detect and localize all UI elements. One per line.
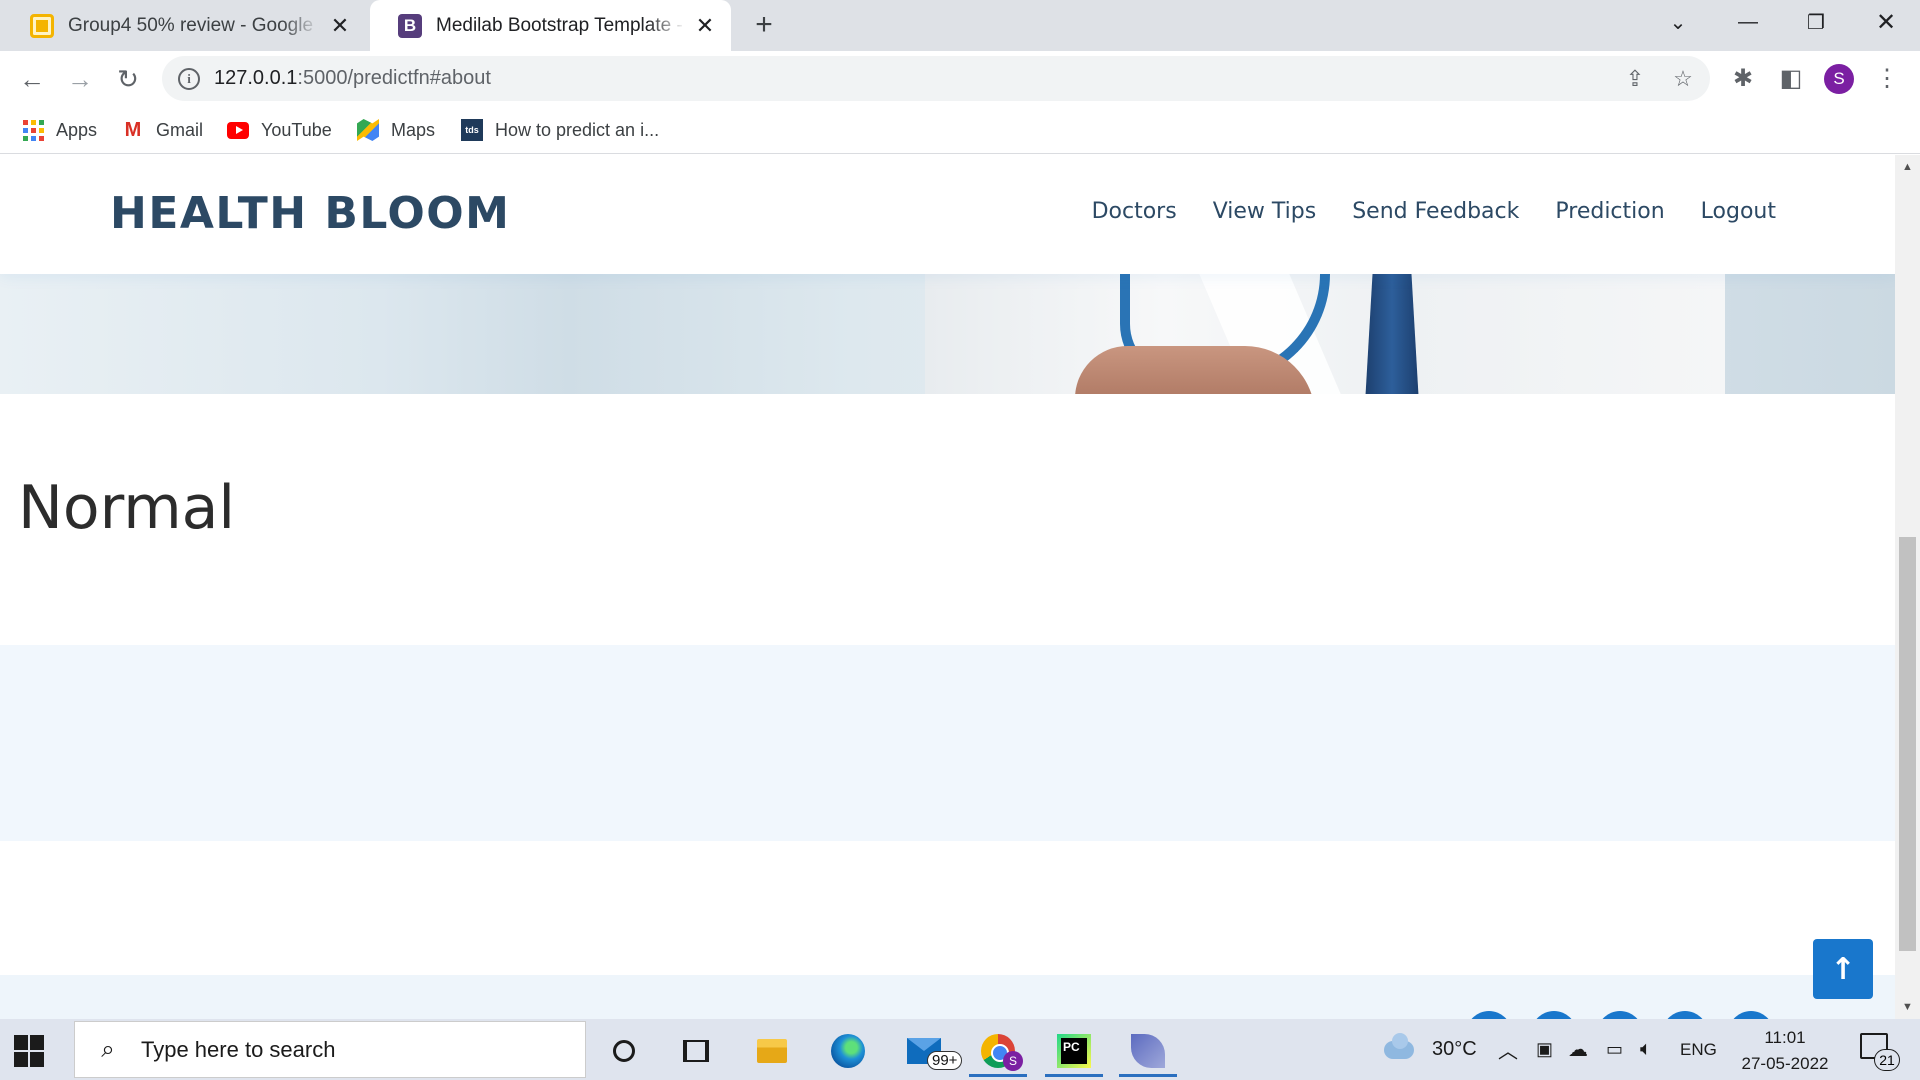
main-nav: Doctors View Tips Send Feedback Predicti…	[1092, 199, 1776, 224]
forward-arrow-icon[interactable]: →	[60, 59, 100, 99]
chrome-profile-badge: S	[1003, 1051, 1023, 1071]
close-tab-icon[interactable]: ✕	[693, 13, 717, 38]
battery-icon[interactable]: ▭	[1606, 1019, 1623, 1080]
cortana-icon[interactable]	[589, 1025, 659, 1077]
bookmark-apps[interactable]: Apps	[22, 116, 97, 144]
bookmark-label: Maps	[391, 119, 436, 140]
side-panel-icon[interactable]: ◧	[1776, 63, 1806, 93]
nav-send-feedback[interactable]: Send Feedback	[1352, 199, 1519, 224]
bootstrap-icon: B	[398, 13, 422, 38]
bookmark-how-to-predict[interactable]: tds How to predict an i...	[461, 116, 659, 144]
edge-browser-icon[interactable]	[813, 1025, 883, 1077]
meet-now-icon[interactable]: ▣	[1536, 1019, 1553, 1080]
scroll-down-arrow-icon[interactable]: ▼	[1895, 997, 1920, 1017]
restore-button[interactable]: ❐	[1782, 0, 1850, 44]
site-info-icon[interactable]: i	[178, 67, 200, 90]
bookmark-label: Apps	[56, 119, 98, 140]
bookmark-maps[interactable]: Maps	[357, 116, 435, 144]
url-text[interactable]: 127.0.0.1:5000/predictfn#about	[214, 67, 491, 90]
app-dolphin-icon[interactable]	[1113, 1025, 1183, 1077]
address-bar[interactable]: i 127.0.0.1:5000/predictfn#about ⇪ ☆	[162, 56, 1710, 101]
reload-icon[interactable]: ↻	[108, 59, 148, 99]
search-icon: ⌕	[101, 1035, 115, 1063]
taskbar-search-box[interactable]: ⌕ Type here to search	[74, 1021, 586, 1078]
browser-toolbar: ← → ↻ i 127.0.0.1:5000/predictfn#about ⇪…	[0, 51, 1920, 106]
pycharm-icon[interactable]: PC	[1039, 1025, 1109, 1077]
tab-title: Medilab Bootstrap Template - Index	[436, 14, 685, 36]
file-explorer-icon[interactable]	[737, 1025, 807, 1077]
weather-cloud-icon	[1384, 1032, 1414, 1059]
weather-widget[interactable]: 30°C	[1384, 1019, 1477, 1080]
bookmark-label: YouTube	[261, 119, 332, 140]
apps-grid-icon	[22, 119, 44, 141]
browser-tab-strip: Group4 50% review - Google Slides ✕ B Me…	[0, 0, 1920, 51]
maps-icon	[357, 119, 379, 141]
nav-view-tips[interactable]: View Tips	[1213, 199, 1317, 224]
arrow-up-icon: ↑	[1830, 951, 1856, 987]
taskbar-clock[interactable]: 11:01 27-05-2022	[1730, 1025, 1840, 1077]
profile-avatar[interactable]: S	[1824, 64, 1854, 94]
bookmark-star-icon[interactable]: ☆	[1670, 66, 1696, 92]
search-placeholder: Type here to search	[141, 1036, 336, 1062]
google-slides-icon	[30, 13, 54, 38]
url-host: 127.0.0.1	[214, 67, 298, 89]
new-tab-button[interactable]: +	[748, 8, 780, 41]
bookmark-label: How to predict an i...	[495, 119, 660, 140]
page-viewport: HEALTH BLOOM Doctors View Tips Send Feed…	[0, 155, 1895, 1019]
windows-start-icon[interactable]	[14, 1035, 46, 1067]
youtube-icon	[227, 119, 249, 141]
share-icon[interactable]: ⇪	[1622, 66, 1648, 92]
task-view-icon[interactable]	[661, 1025, 731, 1077]
minimize-button[interactable]: —	[1714, 0, 1782, 44]
notification-count: 21	[1874, 1049, 1900, 1071]
windows-taskbar: ⌕ Type here to search 99+ S PC 30°C ︿ ▣ …	[0, 1019, 1920, 1080]
doctor-tie	[1365, 274, 1419, 394]
tds-icon-label: tds	[461, 119, 483, 141]
close-tab-icon[interactable]: ✕	[328, 13, 352, 38]
light-blue-section	[0, 645, 1895, 841]
scrollbar-thumb[interactable]	[1899, 537, 1916, 951]
bookmark-youtube[interactable]: YouTube	[227, 116, 332, 144]
back-arrow-icon[interactable]: ←	[12, 59, 52, 99]
tab-title: Group4 50% review - Google Slides	[68, 14, 320, 36]
bookmark-label: Gmail	[156, 119, 204, 140]
nav-logout[interactable]: Logout	[1701, 199, 1776, 224]
page-scrollbar[interactable]: ▲ ▼	[1895, 155, 1920, 1019]
back-to-top-button[interactable]: ↑	[1813, 939, 1873, 999]
clock-date: 27-05-2022	[1741, 1054, 1829, 1073]
pycharm-label: PC	[1061, 1038, 1087, 1064]
tab-google-slides[interactable]: Group4 50% review - Google Slides ✕	[2, 0, 366, 51]
mail-badge: 99+	[927, 1051, 963, 1070]
bookmark-gmail[interactable]: M Gmail	[122, 116, 203, 144]
gmail-icon: M	[124, 118, 142, 141]
tray-chevron-up-icon[interactable]: ︿	[1498, 1019, 1518, 1080]
menu-kebab-icon[interactable]: ⋮	[1872, 63, 1902, 93]
volume-icon[interactable]: 🔈︎	[1640, 1019, 1652, 1080]
mail-app-icon[interactable]: 99+	[889, 1025, 963, 1077]
extensions-puzzle-icon[interactable]: ✱	[1728, 63, 1758, 93]
tab-search-chevron-icon[interactable]: ⌄	[1644, 0, 1712, 44]
weather-temp: 30°C	[1432, 1038, 1477, 1060]
language-indicator[interactable]: ENG	[1680, 1019, 1717, 1080]
clock-time: 11:01	[1764, 1028, 1806, 1047]
tds-icon: tds	[461, 119, 483, 141]
nav-prediction[interactable]: Prediction	[1555, 199, 1664, 224]
scroll-up-arrow-icon[interactable]: ▲	[1895, 157, 1920, 177]
prediction-result: Normal	[18, 473, 236, 543]
chrome-icon[interactable]: S	[963, 1025, 1033, 1077]
nav-doctors[interactable]: Doctors	[1092, 199, 1177, 224]
site-logo[interactable]: HEALTH BLOOM	[110, 188, 510, 239]
close-window-button[interactable]: ✕	[1852, 0, 1920, 44]
hero-doctor-image	[0, 274, 1895, 394]
bookmarks-bar: Apps M Gmail YouTube Maps tds How to pre…	[0, 106, 1920, 154]
url-path: :5000/predictfn#about	[297, 67, 491, 89]
site-header: HEALTH BLOOM Doctors View Tips Send Feed…	[0, 155, 1895, 274]
tab-medilab[interactable]: B Medilab Bootstrap Template - Index ✕	[370, 0, 731, 51]
onedrive-cloud-icon[interactable]: ☁	[1568, 1019, 1588, 1080]
